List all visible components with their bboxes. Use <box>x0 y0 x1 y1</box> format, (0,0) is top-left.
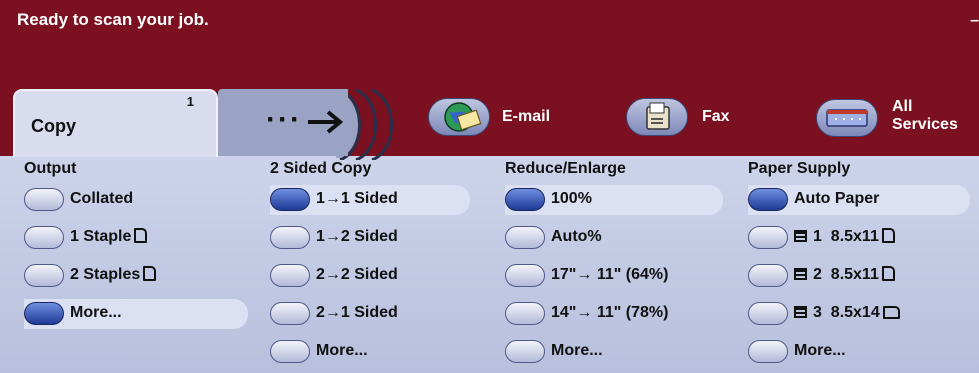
copier-screen: Ready to scan your job. – Copy 1 ··· E-m… <box>0 0 979 373</box>
option-label: More... <box>551 342 603 359</box>
option-label: 2→1 Sided <box>316 304 398 321</box>
paper-title: Paper Supply <box>748 160 851 177</box>
portrait-paper-icon <box>881 228 895 243</box>
option-toggle[interactable] <box>24 263 64 287</box>
tab-scan-arrow[interactable]: ··· <box>218 89 348 156</box>
option-toggle[interactable] <box>505 263 545 287</box>
corner-mark: – <box>970 12 979 29</box>
option-label: More... <box>70 304 122 321</box>
option-toggle[interactable] <box>748 339 788 363</box>
option-2-1-sided[interactable]: 2→1 Sided <box>270 294 500 332</box>
option-toggle[interactable] <box>24 225 64 249</box>
option-label: 14"→ 11" (78%) <box>551 304 669 321</box>
portrait-paper-icon <box>881 266 895 281</box>
option-17-to-11[interactable]: 17"→ 11" (64%) <box>505 256 735 294</box>
option-toggle[interactable] <box>748 301 788 325</box>
option-auto-paper[interactable]: Auto Paper <box>748 180 976 218</box>
staple-document-icon <box>134 228 148 243</box>
status-message: Ready to scan your job. <box>17 10 209 29</box>
tab-copy[interactable]: Copy 1 <box>13 89 218 157</box>
column-paper-supply: Paper Supply Auto Paper 1 8.5x11 2 8.5x1… <box>748 158 976 370</box>
option-label: 3 8.5x14 <box>813 304 880 321</box>
arrow-right-icon <box>308 110 344 134</box>
option-14-to-11[interactable]: 14"→ 11" (78%) <box>505 294 735 332</box>
option-tray-3[interactable]: 3 8.5x14 <box>748 294 976 332</box>
option-toggle[interactable] <box>748 263 788 287</box>
fax-machine-icon <box>626 98 688 136</box>
option-label: 2 8.5x11 <box>813 266 879 283</box>
option-label: Collated <box>70 190 134 207</box>
paper-tray-icon <box>794 306 807 318</box>
option-label-wrap: 2 Staples <box>70 266 157 284</box>
option-toggle[interactable] <box>505 225 545 249</box>
landscape-paper-icon <box>882 306 900 319</box>
option-label: 17"→ 11" (64%) <box>551 266 669 283</box>
option-label: Auto Paper <box>794 190 880 207</box>
option-2-2-sided[interactable]: 2→2 Sided <box>270 256 500 294</box>
option-label: 2→2 Sided <box>316 266 398 283</box>
option-toggle[interactable] <box>24 301 64 325</box>
globe-envelope-icon <box>428 98 490 136</box>
option-tray-2[interactable]: 2 8.5x11 <box>748 256 976 294</box>
option-label-wrap: 3 8.5x14 <box>794 304 900 322</box>
tab-copy-count: 1 <box>186 94 194 109</box>
tab-swoosh-decoration <box>336 88 393 160</box>
option-label: 100% <box>551 190 592 207</box>
tab-fax-label: Fax <box>702 108 730 125</box>
paper-tray-icon <box>794 230 807 242</box>
option-label-wrap: 2 8.5x11 <box>794 266 895 284</box>
option-output-more[interactable]: More... <box>24 294 254 332</box>
option-toggle[interactable] <box>748 225 788 249</box>
option-label: Auto% <box>551 228 602 245</box>
column-reduce-enlarge: Reduce/Enlarge 100% Auto% 17"→ 11" (64%)… <box>505 158 735 370</box>
two-sided-title: 2 Sided Copy <box>270 160 372 177</box>
reduce-title: Reduce/Enlarge <box>505 160 626 177</box>
option-label: More... <box>794 342 846 359</box>
option-reduce-more[interactable]: More... <box>505 332 735 370</box>
option-toggle[interactable] <box>270 339 310 363</box>
option-1-2-sided[interactable]: 1→2 Sided <box>270 218 500 256</box>
option-2-staples[interactable]: 2 Staples <box>24 256 254 294</box>
option-label-wrap: 1 8.5x11 <box>794 228 895 246</box>
staple-document-icon <box>143 266 157 281</box>
tab-all-services[interactable]: All Services <box>816 96 976 140</box>
arrow-dots: ··· <box>266 103 302 136</box>
column-two-sided: 2 Sided Copy 1→1 Sided 1→2 Sided 2→2 Sid… <box>270 158 500 370</box>
option-label: 1→1 Sided <box>316 190 398 207</box>
option-tray-1[interactable]: 1 8.5x11 <box>748 218 976 256</box>
option-100-percent[interactable]: 100% <box>505 180 735 218</box>
option-label: 1 Staple <box>70 228 132 245</box>
tab-copy-label: Copy <box>31 116 76 136</box>
tab-email[interactable]: E-mail <box>428 98 568 138</box>
option-1-1-sided[interactable]: 1→1 Sided <box>270 180 500 218</box>
option-1-staple[interactable]: 1 Staple <box>24 218 254 256</box>
option-toggle[interactable] <box>505 301 545 325</box>
tab-email-label: E-mail <box>502 108 551 125</box>
option-collated[interactable]: Collated <box>24 180 254 218</box>
option-paper-more[interactable]: More... <box>748 332 976 370</box>
option-toggle[interactable] <box>270 187 310 211</box>
tab-all-services-label-2: Services <box>892 116 958 133</box>
tab-fax[interactable]: Fax <box>626 98 746 138</box>
option-toggle[interactable] <box>270 263 310 287</box>
option-label: 1→2 Sided <box>316 228 398 245</box>
option-toggle[interactable] <box>505 339 545 363</box>
column-output: Output Collated 1 Staple 2 Staples More.… <box>24 158 254 332</box>
option-toggle[interactable] <box>270 301 310 325</box>
option-toggle[interactable] <box>24 187 64 211</box>
services-panel-icon <box>816 99 878 137</box>
tab-all-services-label-1: All <box>892 98 913 115</box>
paper-tray-icon <box>794 268 807 280</box>
option-toggle[interactable] <box>270 225 310 249</box>
option-toggle[interactable] <box>748 187 788 211</box>
option-label: 2 Staples <box>70 266 141 283</box>
option-toggle[interactable] <box>505 187 545 211</box>
output-title: Output <box>24 160 77 177</box>
option-label: 1 8.5x11 <box>813 228 879 245</box>
option-two-sided-more[interactable]: More... <box>270 332 500 370</box>
option-label-wrap: 1 Staple <box>70 228 148 246</box>
option-label: More... <box>316 342 368 359</box>
option-auto-percent[interactable]: Auto% <box>505 218 735 256</box>
